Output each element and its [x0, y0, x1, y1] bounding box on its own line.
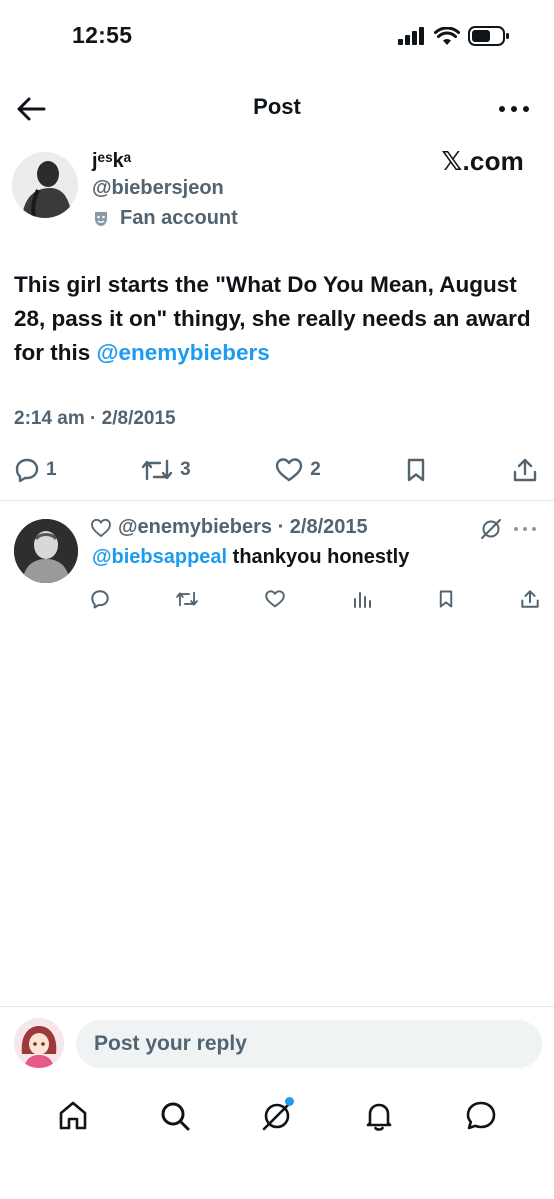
more-options-button[interactable] — [496, 98, 532, 120]
home-icon — [59, 1101, 87, 1130]
my-avatar[interactable] — [14, 1018, 64, 1068]
tab-notifications[interactable] — [359, 1096, 399, 1136]
share-icon — [513, 458, 537, 482]
tab-grok[interactable] — [257, 1096, 297, 1136]
like-button[interactable]: 2 — [274, 457, 321, 483]
post-mention-link[interactable]: @enemybiebers — [97, 340, 270, 365]
bottom-tab-bar — [0, 1093, 554, 1139]
small-heart-icon — [91, 518, 111, 537]
status-time: 12:55 — [72, 22, 133, 48]
reply-more-button[interactable] — [510, 520, 540, 538]
author-avatar[interactable] — [12, 152, 78, 218]
tab-messages[interactable] — [461, 1096, 501, 1136]
grok-button[interactable] — [480, 518, 502, 540]
post-divider — [0, 500, 554, 501]
reply-text: @biebsappeal thankyou honestly — [92, 546, 409, 569]
reply-icon[interactable] — [90, 589, 110, 609]
fan-account-text: Fan account — [120, 207, 238, 229]
my-profile-picture — [14, 1018, 64, 1068]
repost-button[interactable]: 3 — [140, 457, 191, 483]
reply-header: @enemybiebers · 2/8/2015 — [90, 516, 368, 539]
share-icon[interactable] — [520, 589, 540, 609]
post-timestamp: 2:14 am · 2/8/2015 — [14, 408, 176, 429]
repost-icon[interactable] — [175, 589, 199, 609]
repost-count: 3 — [180, 459, 191, 480]
post-text: This girl starts the "What Do You Mean, … — [14, 268, 534, 370]
bell-icon — [366, 1103, 392, 1131]
reply-input[interactable]: Post your reply — [76, 1020, 542, 1068]
repost-icon — [141, 459, 173, 481]
author-handle[interactable]: @biebersjeon — [92, 177, 224, 200]
reply-count: 1 — [46, 459, 57, 480]
notification-dot — [285, 1097, 294, 1106]
page-title: Post — [253, 94, 301, 119]
tab-home[interactable] — [53, 1096, 93, 1136]
post-body: This girl starts the "What Do You Mean, … — [14, 272, 531, 365]
reply-author-avatar[interactable] — [14, 519, 78, 583]
grok-icon — [481, 519, 501, 539]
reply-author[interactable]: @enemybiebers · 2/8/2015 — [118, 516, 368, 539]
bookmark-button[interactable] — [404, 457, 428, 483]
status-icons — [398, 26, 510, 46]
reply-profile-photo — [14, 519, 78, 583]
author-display-name[interactable]: jᵉˢkᵃ — [92, 150, 131, 173]
heart-icon[interactable] — [264, 589, 286, 609]
battery-icon — [468, 26, 509, 46]
like-count: 2 — [310, 459, 321, 480]
views-icon[interactable] — [352, 589, 372, 609]
reply-icon — [15, 458, 39, 483]
wifi-icon — [434, 26, 460, 45]
tab-search[interactable] — [155, 1096, 195, 1136]
reply-body: thankyou honestly — [227, 546, 410, 568]
fan-account-label: Fan account — [92, 207, 238, 230]
message-icon — [466, 1101, 496, 1130]
heart-icon — [276, 458, 303, 482]
signal-icon — [398, 27, 424, 45]
profile-photo — [12, 152, 78, 218]
masks-icon — [95, 211, 107, 226]
bookmark-icon[interactable] — [437, 589, 455, 609]
search-icon — [161, 1102, 190, 1131]
reply-button[interactable]: 1 — [14, 457, 57, 483]
share-button[interactable] — [512, 457, 538, 483]
x-brand: 𝕏.com — [441, 146, 524, 176]
reply-mention-link[interactable]: @biebsappeal — [92, 546, 227, 568]
bookmark-icon — [408, 458, 425, 482]
post-actions: 1 3 2 — [14, 452, 538, 488]
more-icon — [499, 106, 529, 112]
more-icon — [514, 527, 536, 531]
reply-actions — [90, 588, 540, 610]
composer-divider — [0, 1006, 554, 1007]
